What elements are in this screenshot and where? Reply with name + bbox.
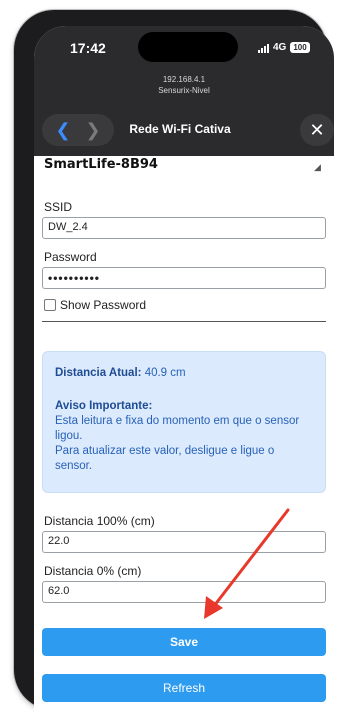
full-distance-input[interactable]: 22.0 [42, 531, 326, 553]
warning-title: Aviso Importante: [55, 400, 153, 412]
phone-frame: 17:42 4G 100 192.168.4.1 Sensurix-Nivel … [14, 10, 334, 716]
empty-distance-label: Distancia 0% (cm) [44, 564, 142, 578]
password-label: Password [44, 250, 97, 264]
chevron-left-icon[interactable]: ❮ [52, 118, 74, 142]
nav-pill: ❮ ❯ [42, 114, 114, 146]
current-distance: Distancia Atual: 40.9 cm [55, 366, 313, 381]
address-subtitle: Sensurix-Nivel [158, 86, 210, 95]
phone-screen: 17:42 4G 100 192.168.4.1 Sensurix-Nivel … [34, 26, 334, 716]
status-time: 17:42 [70, 40, 106, 56]
address-bar[interactable]: 192.168.4.1 Sensurix-Nivel [34, 74, 334, 96]
browser-topbar: 17:42 4G 100 192.168.4.1 Sensurix-Nivel … [34, 26, 334, 156]
save-button[interactable]: Save [42, 628, 326, 656]
warning-text-2: Para atualizar este valor, desligue e li… [55, 445, 275, 472]
show-password-row[interactable]: Show Password [44, 298, 146, 312]
address-host: 192.168.4.1 [162, 75, 206, 84]
warning-text-1: Esta leitura e fixa do momento em que o … [55, 415, 300, 442]
close-icon[interactable]: ✕ [300, 114, 334, 146]
page-title: Rede Wi-Fi Cativa [129, 122, 231, 136]
chevron-right-icon[interactable]: ❯ [82, 118, 104, 142]
info-box: Distancia Atual: 40.9 cm Aviso Important… [42, 351, 326, 493]
network-select[interactable]: SmartLife-8B94 [44, 156, 324, 178]
show-password-checkbox[interactable] [44, 299, 56, 311]
show-password-label: Show Password [60, 298, 147, 312]
dynamic-island [138, 32, 238, 62]
ssid-input[interactable]: DW_2.4 [42, 217, 326, 239]
full-distance-label: Distancia 100% (cm) [44, 514, 155, 528]
status-indicators: 4G 100 [258, 42, 310, 53]
current-distance-label: Distancia Atual: [55, 367, 142, 379]
current-distance-value: 40.9 cm [144, 367, 186, 379]
signal-icon [258, 43, 269, 53]
divider [42, 321, 326, 322]
ssid-label: SSID [44, 200, 73, 214]
battery-icon: 100 [290, 42, 310, 53]
network-type: 4G [273, 42, 287, 53]
password-input[interactable]: •••••••••• [42, 267, 326, 289]
empty-distance-input[interactable]: 62.0 [42, 581, 326, 603]
resize-handle-icon: ◢ [314, 162, 321, 172]
browser-nav: ❮ ❯ Rede Wi-Fi Cativa ✕ [34, 114, 334, 148]
